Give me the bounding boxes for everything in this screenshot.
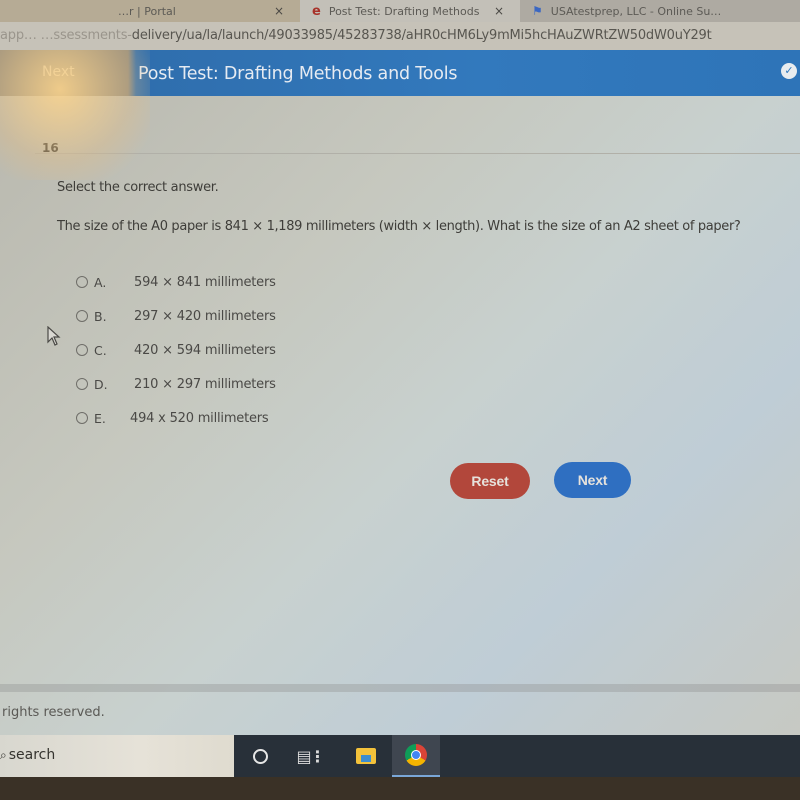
option-letter: D. (94, 376, 108, 392)
answer-option-c[interactable]: C. 420 × 594 millimeters (76, 333, 276, 367)
option-letter: E. (94, 410, 106, 426)
answer-option-a[interactable]: A. 594 × 841 millimeters (76, 265, 276, 299)
check-circle-icon: ✓ (781, 63, 797, 79)
option-text: 420 × 594 millimeters (134, 342, 276, 358)
footer-divider (0, 684, 800, 692)
reset-button[interactable]: Reset (450, 463, 530, 499)
tab-close-icon[interactable]: × (494, 4, 504, 18)
file-explorer-icon (356, 748, 376, 764)
radio-button[interactable] (76, 412, 88, 424)
option-letter: B. (94, 308, 107, 324)
url-prefix: app… …ssessments- (0, 28, 132, 43)
browser-tab[interactable]: ⚑ USAtestprep, LLC - Online Su… (520, 0, 800, 22)
option-text: 210 × 297 millimeters (134, 376, 276, 392)
search-label: search (0, 747, 56, 763)
mouse-pointer-icon (47, 326, 61, 346)
radio-button[interactable] (76, 378, 88, 390)
tab-title: …r | Portal (118, 4, 176, 18)
answer-options: A. 594 × 841 millimeters B. 297 × 420 mi… (76, 265, 276, 435)
monitor-bezel (0, 777, 800, 800)
question-instruction: Select the correct answer. (57, 180, 219, 195)
option-letter: C. (94, 342, 107, 358)
next-button[interactable]: Next (554, 462, 631, 498)
answer-option-e[interactable]: E. 494 x 520 millimeters (76, 401, 276, 435)
header-next-link[interactable]: Next (42, 64, 75, 80)
browser-tab-strip: …r | Portal × e Post Test: Drafting Meth… (0, 0, 800, 22)
tab-title: Post Test: Drafting Methods (328, 4, 480, 18)
answer-option-b[interactable]: B. 297 × 420 millimeters (76, 299, 276, 333)
url-path: delivery/ua/la/launch/49033985/45283738/… (131, 28, 712, 43)
taskbar-search[interactable]: search (0, 735, 234, 777)
cortana-icon (252, 748, 268, 764)
option-text: 494 x 520 millimeters (130, 410, 269, 426)
browser-tab-active[interactable]: e Post Test: Drafting Methods × (300, 0, 520, 22)
copyright-text: rights reserved. (2, 705, 105, 720)
divider (35, 153, 800, 154)
page-title: Post Test: Drafting Methods and Tools (138, 64, 458, 84)
browser-tab[interactable]: …r | Portal × (0, 0, 300, 22)
option-letter: A. (94, 274, 107, 290)
tab-title: USAtestprep, LLC - Online Su… (550, 4, 722, 18)
file-explorer-button[interactable] (343, 735, 389, 777)
option-text: 594 × 841 millimeters (134, 274, 276, 290)
question-text: The size of the A0 paper is 841 × 1,189 … (57, 219, 741, 234)
task-view-button[interactable]: ▤⋮ (287, 735, 333, 777)
bookmark-icon: ⚑ (532, 4, 543, 18)
task-view-icon: ▤⋮ (296, 746, 325, 766)
option-text: 297 × 420 millimeters (134, 308, 276, 324)
url-text[interactable]: app… …ssessments-delivery/ua/la/launch/4… (0, 28, 712, 43)
chrome-button[interactable] (392, 735, 440, 777)
radio-button[interactable] (76, 310, 88, 322)
radio-button[interactable] (76, 276, 88, 288)
app-header: Next Post Test: Drafting Methods and Too… (0, 50, 800, 96)
answer-option-d[interactable]: D. 210 × 297 millimeters (76, 367, 276, 401)
cortana-button[interactable] (237, 735, 283, 777)
address-bar[interactable]: app… …ssessments-delivery/ua/la/launch/4… (0, 22, 800, 50)
chrome-icon (405, 744, 427, 766)
page-content: Next Post Test: Drafting Methods and Too… (0, 50, 800, 735)
edmentum-e-icon: e (312, 3, 321, 19)
tab-close-icon[interactable]: × (274, 4, 284, 18)
radio-button[interactable] (76, 344, 88, 356)
